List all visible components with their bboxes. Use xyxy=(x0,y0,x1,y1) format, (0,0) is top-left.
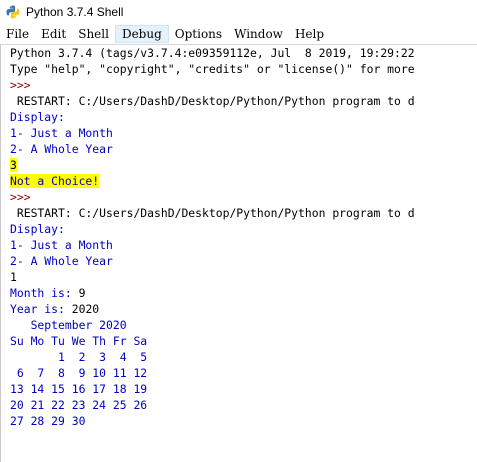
shell-output-text: Python 3.7.4 (tags/v3.7.4:e09359112e, Ju… xyxy=(10,46,415,60)
shell-prompt: >>> xyxy=(10,190,38,204)
shell-output-text: RESTART: C:/Users/DashD/Desktop/Python/P… xyxy=(10,94,415,108)
shell-line: Year is: 2020 xyxy=(2,301,475,317)
shell-output-text: Display: xyxy=(10,222,65,236)
shell-output-text: 1 2 3 4 5 xyxy=(10,350,148,364)
shell-input-text: 9 xyxy=(78,286,86,300)
shell-prompt: >>> xyxy=(10,78,38,92)
shell-line: 2- A Whole Year xyxy=(2,253,475,269)
menu-shell[interactable]: Shell xyxy=(72,25,115,43)
menu-options[interactable]: Options xyxy=(169,25,228,43)
shell-line: 27 28 29 30 xyxy=(2,413,475,429)
window-title: Python 3.7.4 Shell xyxy=(26,5,124,19)
shell-output-text: 2- A Whole Year xyxy=(10,142,113,156)
shell-line: RESTART: C:/Users/DashD/Desktop/Python/P… xyxy=(2,205,475,221)
shell-output-text: Su Mo Tu We Th Fr Sa xyxy=(10,334,148,348)
shell-line: Display: xyxy=(2,221,475,237)
title-bar[interactable]: Python 3.7.4 Shell xyxy=(0,0,477,24)
menu-debug[interactable]: Debug xyxy=(114,25,169,43)
shell-output-text: Type "help", "copyright", "credits" or "… xyxy=(10,62,415,76)
shell-line: >>> xyxy=(2,77,475,93)
shell-input-text: 1 xyxy=(10,270,17,284)
shell-line: 1- Just a Month xyxy=(2,237,475,253)
shell-output-text: 6 7 8 9 10 11 12 xyxy=(10,366,148,380)
shell-line: RESTART: C:/Users/DashD/Desktop/Python/P… xyxy=(2,93,475,109)
menu-window[interactable]: Window xyxy=(228,25,289,43)
shell-output-text: Month is: xyxy=(10,286,79,300)
shell-output-text: September 2020 xyxy=(10,318,127,332)
shell-output-text: Not a Choice! xyxy=(10,174,100,188)
shell-output-text: Year is: xyxy=(10,302,72,316)
menu-help[interactable]: Help xyxy=(289,25,330,43)
shell-output-text: 27 28 29 30 xyxy=(10,414,86,428)
shell-line: Month is: 9 xyxy=(2,285,475,301)
shell-line: 1 2 3 4 5 xyxy=(2,349,475,365)
shell-line: 1- Just a Month xyxy=(2,125,475,141)
shell-input-text: 2020 xyxy=(71,302,100,316)
shell-line: 20 21 22 23 24 25 26 xyxy=(2,397,475,413)
window-border xyxy=(0,44,1,462)
shell-line: 13 14 15 16 17 18 19 xyxy=(2,381,475,397)
shell-line: 1 xyxy=(2,269,475,285)
shell-line: Type "help", "copyright", "credits" or "… xyxy=(2,61,475,77)
shell-output-text: 2- A Whole Year xyxy=(10,254,113,268)
shell-line: 2- A Whole Year xyxy=(2,141,475,157)
shell-output-text: 13 14 15 16 17 18 19 xyxy=(10,382,148,396)
shell-line: >>> xyxy=(2,189,475,205)
shell-output-text: 1- Just a Month xyxy=(10,126,113,140)
shell-input-text: 3 xyxy=(10,158,17,172)
shell-output-text: Display: xyxy=(10,110,65,124)
shell-output-text: RESTART: C:/Users/DashD/Desktop/Python/P… xyxy=(10,206,415,220)
shell-output-text: 1- Just a Month xyxy=(10,238,113,252)
menu-bar: File Edit Shell Debug Options Window Hel… xyxy=(0,24,477,45)
shell-line: September 2020 xyxy=(2,317,475,333)
menu-file[interactable]: File xyxy=(0,25,35,43)
python-icon xyxy=(6,5,20,19)
shell-line: 3 xyxy=(2,157,475,173)
shell-output-text: 20 21 22 23 24 25 26 xyxy=(10,398,148,412)
shell-line: Display: xyxy=(2,109,475,125)
shell-line: 6 7 8 9 10 11 12 xyxy=(2,365,475,381)
menu-edit[interactable]: Edit xyxy=(35,25,72,43)
shell-line: Su Mo Tu We Th Fr Sa xyxy=(2,333,475,349)
shell-output-area[interactable]: Python 3.7.4 (tags/v3.7.4:e09359112e, Ju… xyxy=(2,45,475,460)
shell-line: Not a Choice! xyxy=(2,173,475,189)
shell-line: Python 3.7.4 (tags/v3.7.4:e09359112e, Ju… xyxy=(2,45,475,61)
